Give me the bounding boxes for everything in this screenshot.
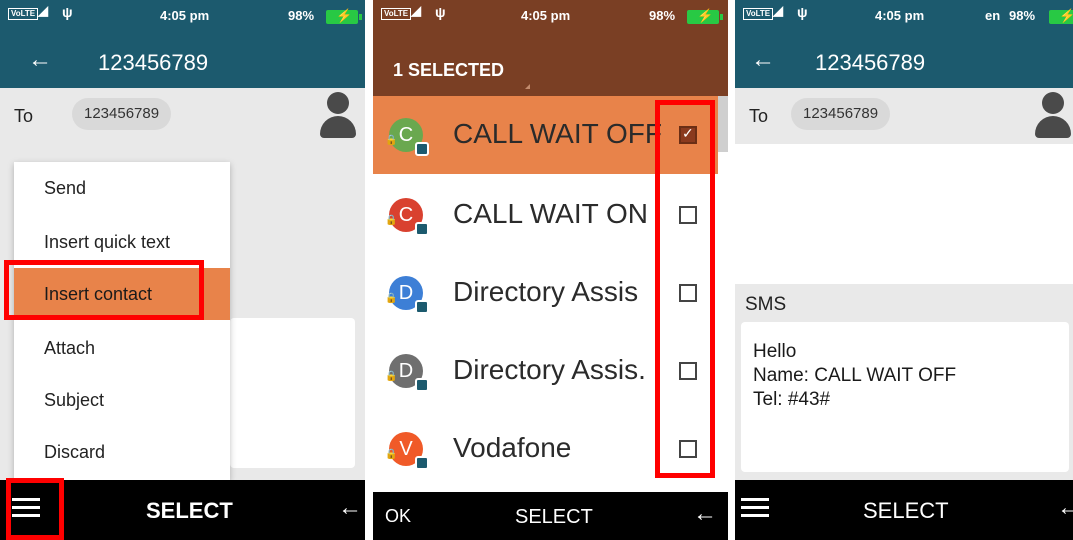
dropdown-caret-icon xyxy=(525,84,530,89)
contact-picker-icon[interactable] xyxy=(318,92,358,138)
softkey-select[interactable]: SELECT xyxy=(515,506,593,529)
clock: 4:05 pm xyxy=(875,8,925,23)
message-line: Name: CALL WAIT OFF xyxy=(753,365,957,386)
highlight-insert-contact-annotation xyxy=(4,260,204,320)
conversation-title: 123456789 xyxy=(815,50,926,75)
battery-charging-icon: ⚡ xyxy=(687,8,723,24)
usb-icon: ψ xyxy=(435,4,446,20)
battery-charging-icon: ⚡ xyxy=(1049,8,1073,24)
avatar: 🔒 D xyxy=(385,354,429,392)
contact-name: Directory Assis. xyxy=(453,354,646,385)
input-language: en xyxy=(985,8,1001,23)
avatar: 🔒 C xyxy=(385,118,429,156)
contact-name: Vodafone xyxy=(453,432,572,463)
volte-indicator: VoLTE xyxy=(743,8,774,20)
message-line: Hello xyxy=(753,341,797,362)
back-softkey-icon[interactable]: ← xyxy=(693,500,717,528)
menu-icon[interactable] xyxy=(741,496,769,520)
subject-area xyxy=(735,144,1073,284)
recipient-row: To 123456789 xyxy=(735,88,1073,144)
conversation-title: 123456789 xyxy=(98,50,209,75)
status-bar: VoLTE ◢ ψ 4:05 pm 98% ⚡ xyxy=(0,0,365,30)
avatar: 🔒 V xyxy=(385,432,429,470)
battery-percent: 98% xyxy=(649,8,676,23)
options-menu: Send Insert quick text Insert contact At… xyxy=(14,162,230,480)
softkey-bar: OK SELECT ← xyxy=(373,492,728,540)
softkey-select[interactable]: SELECT xyxy=(863,498,949,524)
menu-item-send[interactable]: Send xyxy=(14,162,230,214)
usb-icon: ψ xyxy=(797,4,808,20)
menu-item-attach[interactable]: Attach xyxy=(14,322,230,374)
battery-percent: 98% xyxy=(288,8,315,23)
battery-charging-icon: ⚡ xyxy=(326,8,362,24)
signal-icon: ◢ xyxy=(773,3,783,18)
menu-item-discard[interactable]: Discard xyxy=(14,426,230,478)
compose-header: VoLTE ◢ ψ 4:05 pm 98% ⚡ ← 123456789 xyxy=(0,0,365,88)
compose-result-screen: VoLTE ◢ ψ 4:05 pm en 98% ⚡ ← 123456789 T… xyxy=(735,0,1073,540)
softkey-select[interactable]: SELECT xyxy=(146,498,233,524)
message-area: SMS Hello Name: CALL WAIT OFF Tel: #43# xyxy=(735,284,1073,480)
scrollbar[interactable] xyxy=(718,96,728,152)
highlight-menu-annotation xyxy=(6,478,64,540)
softkey-ok[interactable]: OK xyxy=(385,506,411,527)
menu-item-subject[interactable]: Subject xyxy=(14,374,230,426)
avatar: 🔒 C xyxy=(385,198,429,236)
status-bar: VoLTE ◢ ψ 4:05 pm en 98% ⚡ xyxy=(735,0,1073,30)
contact-name: CALL WAIT OFF xyxy=(453,118,662,149)
to-label: To xyxy=(14,106,34,126)
sms-label: SMS xyxy=(745,294,787,315)
signal-icon: ◢ xyxy=(38,3,48,18)
clock: 4:05 pm xyxy=(521,8,571,23)
volte-indicator: VoLTE xyxy=(8,8,39,20)
compose-options-screen: VoLTE ◢ ψ 4:05 pm 98% ⚡ ← 123456789 To 1… xyxy=(0,0,365,540)
back-arrow-icon[interactable]: ← xyxy=(751,46,775,74)
message-body-field[interactable] xyxy=(230,318,355,468)
softkey-bar: SELECT ← xyxy=(735,480,1073,540)
message-line: Tel: #43# xyxy=(753,389,831,410)
selection-header: VoLTE ◢ ψ 4:05 pm 98% ⚡ 1 SELECTED xyxy=(373,0,728,96)
contact-picker-screen: VoLTE ◢ ψ 4:05 pm 98% ⚡ 1 SELECTED 🔒 C CA… xyxy=(373,0,728,540)
contact-picker-icon[interactable] xyxy=(1033,92,1073,138)
back-softkey-icon[interactable]: ← xyxy=(338,494,362,522)
status-bar: VoLTE ◢ ψ 4:05 pm 98% ⚡ xyxy=(373,0,728,30)
recipient-chip[interactable]: 123456789 xyxy=(791,98,891,130)
recipient-chip[interactable]: 123456789 xyxy=(72,98,172,130)
signal-icon: ◢ xyxy=(411,3,421,18)
recipient-row: To 123456789 xyxy=(0,88,365,144)
contact-name: CALL WAIT ON xyxy=(453,198,649,229)
to-label: To xyxy=(749,106,769,126)
selection-count: 1 SELECTED xyxy=(393,60,505,80)
clock: 4:05 pm xyxy=(160,8,210,23)
battery-percent: 98% xyxy=(1009,8,1036,23)
back-arrow-icon[interactable]: ← xyxy=(28,46,52,74)
contact-name: Directory Assis xyxy=(453,276,639,307)
usb-icon: ψ xyxy=(62,4,73,20)
avatar: 🔒 D xyxy=(385,276,429,314)
volte-indicator: VoLTE xyxy=(381,8,412,20)
highlight-checkboxes-annotation xyxy=(655,100,715,478)
compose-header: VoLTE ◢ ψ 4:05 pm en 98% ⚡ ← 123456789 xyxy=(735,0,1073,88)
back-softkey-icon[interactable]: ← xyxy=(1057,494,1073,522)
message-body-field[interactable]: Hello Name: CALL WAIT OFF Tel: #43# xyxy=(741,322,1069,472)
